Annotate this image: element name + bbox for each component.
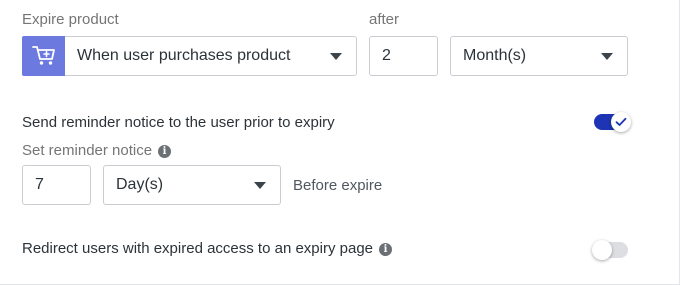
expire-condition-select[interactable]: When user purchases product bbox=[22, 36, 357, 76]
reminder-unit-value: Day(s) bbox=[116, 176, 164, 193]
toggle-knob bbox=[611, 112, 631, 132]
toggle-knob bbox=[592, 240, 612, 260]
reminder-amount-input[interactable]: 7 bbox=[22, 165, 91, 205]
info-icon[interactable]: i bbox=[158, 145, 172, 158]
after-label: after bbox=[369, 11, 400, 28]
reminder-unit-select[interactable]: Day(s) bbox=[103, 165, 281, 205]
info-icon[interactable]: i bbox=[379, 243, 393, 256]
set-reminder-label-text: Set reminder notice bbox=[22, 142, 153, 159]
chevron-down-icon bbox=[601, 52, 613, 60]
set-reminder-label: Set reminder notice i bbox=[22, 142, 172, 159]
expiry-settings-panel: Expire product after When user purchases… bbox=[0, 0, 680, 285]
checkmark-icon bbox=[615, 117, 627, 126]
redirect-label-text: Redirect users with expired access to an… bbox=[22, 240, 374, 257]
expire-unit-select[interactable]: Month(s) bbox=[450, 36, 628, 76]
cart-icon-box bbox=[22, 36, 65, 76]
expire-product-label: Expire product bbox=[22, 11, 119, 28]
redirect-toggle[interactable] bbox=[592, 240, 628, 260]
before-expire-label: Before expire bbox=[293, 177, 383, 194]
chevron-down-icon bbox=[330, 52, 342, 60]
chevron-down-icon bbox=[254, 181, 266, 189]
reminder-toggle[interactable] bbox=[594, 112, 631, 132]
redirect-row-label: Redirect users with expired access to an… bbox=[22, 240, 393, 257]
reminder-toggle-label: Send reminder notice to the user prior t… bbox=[22, 114, 335, 131]
expire-unit-value: Month(s) bbox=[463, 47, 527, 64]
cart-icon bbox=[31, 46, 55, 65]
expire-amount-input[interactable]: 2 bbox=[369, 36, 438, 76]
expire-condition-value: When user purchases product bbox=[77, 47, 291, 64]
